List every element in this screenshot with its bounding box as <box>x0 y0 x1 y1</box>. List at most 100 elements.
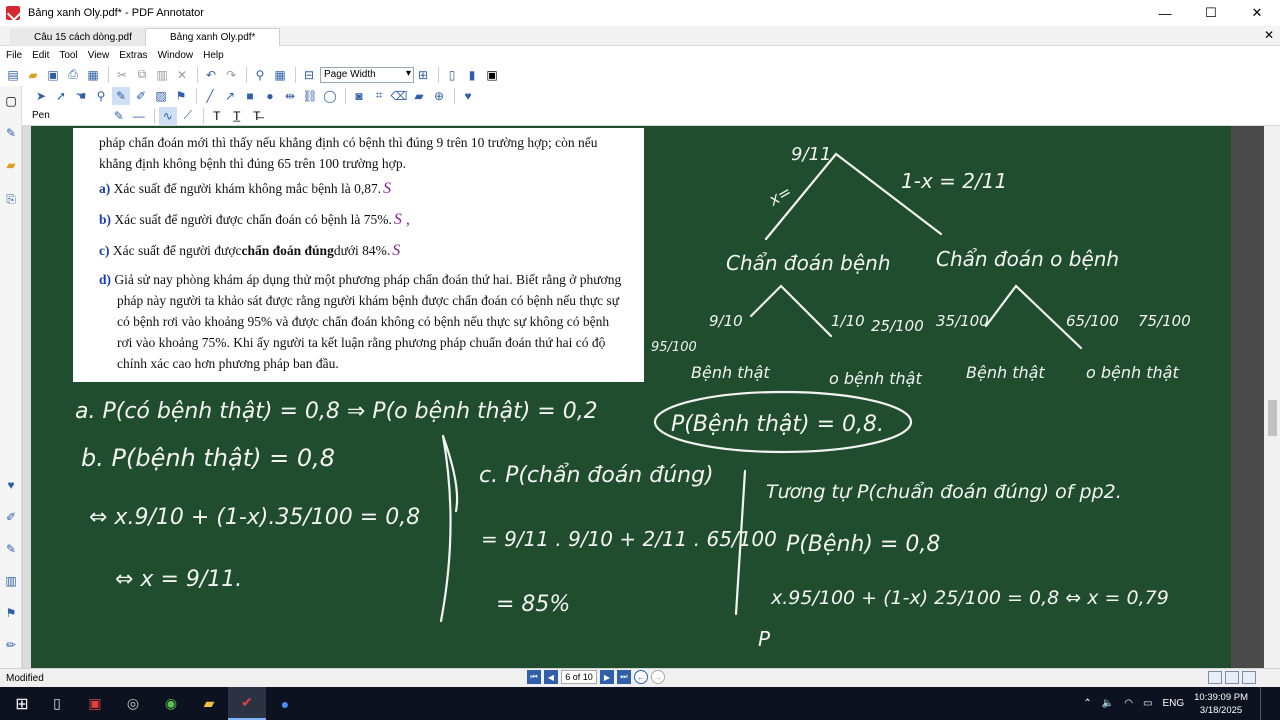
select-text-icon[interactable]: ➚ <box>52 87 70 105</box>
text-strike-icon[interactable]: T̶ <box>248 107 266 125</box>
ellipse-icon[interactable]: ● <box>261 87 279 105</box>
select-arrow-icon[interactable]: ➤ <box>32 87 50 105</box>
favorites-heart-icon[interactable]: ♥ <box>459 87 477 105</box>
cut-icon[interactable]: ✂ <box>113 66 131 84</box>
magnifier-icon[interactable]: ⚲ <box>92 87 110 105</box>
paste-icon[interactable]: ▥ <box>153 66 171 84</box>
rectangle-icon[interactable]: ■ <box>241 87 259 105</box>
maximize-button[interactable]: ☐ <box>1188 0 1234 26</box>
open-folder-icon[interactable]: ▰ <box>24 66 42 84</box>
menu-window[interactable]: Window <box>158 50 194 61</box>
text-icon[interactable]: T <box>208 107 226 125</box>
zoom-in-icon[interactable]: ⊞ <box>414 66 432 84</box>
measure-icon[interactable]: ⇹ <box>281 87 299 105</box>
zoom-app-icon[interactable]: ● <box>266 687 304 720</box>
print-preview-icon[interactable]: ▦ <box>84 66 102 84</box>
first-page-button[interactable]: ⏮ <box>527 670 541 684</box>
menu-file[interactable]: File <box>6 50 22 61</box>
new-icon[interactable]: ▤ <box>4 66 22 84</box>
pen-color-icon[interactable]: ✎ <box>110 107 128 125</box>
language-indicator[interactable]: ENG <box>1162 698 1184 709</box>
prev-page-button[interactable]: ◀ <box>544 670 558 684</box>
smooth-stroke-icon[interactable]: ∿ <box>158 106 177 125</box>
tab-bang-xanh[interactable]: Bảng xanh Oly.pdf* <box>145 28 281 46</box>
single-page-icon[interactable]: ▯ <box>443 66 461 84</box>
ruler-icon[interactable]: ▰ <box>410 87 428 105</box>
fullscreen-icon[interactable]: ▣ <box>483 66 501 84</box>
page-indicator[interactable]: 6 of 10 <box>561 670 597 684</box>
back-button[interactable]: ← <box>634 670 648 684</box>
annotations-panel-icon[interactable]: ✎ <box>4 126 18 140</box>
copy-icon[interactable]: ⧉ <box>133 66 151 84</box>
find-icon[interactable]: ⚲ <box>251 66 269 84</box>
chevron-up-icon[interactable]: ⌃ <box>1083 698 1091 709</box>
camera-icon[interactable]: ◙ <box>350 87 368 105</box>
page-layout-icon[interactable]: ▦ <box>271 66 289 84</box>
zoom-out-icon[interactable]: ⊟ <box>300 66 318 84</box>
menu-tool[interactable]: Tool <box>59 50 77 61</box>
highlighter-icon[interactable]: ✐ <box>132 87 150 105</box>
more-tools-icon[interactable]: ⊕ <box>430 87 448 105</box>
marker-favorite-icon[interactable]: ✎ <box>4 542 18 556</box>
clock[interactable]: 10:39:09 PM 3/18/2025 <box>1194 691 1248 717</box>
close-tab-icon[interactable]: ✕ <box>1264 28 1274 42</box>
undo-icon[interactable]: ↶ <box>202 66 220 84</box>
stamp-favorite-icon[interactable]: ⚑ <box>4 606 18 620</box>
redo-icon[interactable]: ↷ <box>222 66 240 84</box>
speaker-icon[interactable]: 🔈 <box>1102 698 1114 709</box>
show-desktop-button[interactable] <box>1260 687 1270 720</box>
hand-icon[interactable]: ☚ <box>72 87 90 105</box>
clipboard-app-icon[interactable]: ▣ <box>76 687 114 720</box>
pdf-annotator-taskbar-icon[interactable]: ✔ <box>228 687 266 720</box>
battery-icon[interactable]: ▭ <box>1143 698 1152 709</box>
windows-start-icon[interactable]: ⊞ <box>6 687 38 720</box>
last-page-button[interactable]: ⏭ <box>617 670 631 684</box>
tab-cau15[interactable]: Câu 15 cách dòng.pdf <box>10 28 156 46</box>
favorites-icon[interactable]: ♥ <box>4 478 18 492</box>
scroll-thumb[interactable] <box>1268 400 1277 436</box>
calculator-app-icon[interactable]: ▯ <box>38 687 76 720</box>
continuous-page-icon[interactable]: ▮ <box>463 66 481 84</box>
chart-icon[interactable]: ▥ <box>4 574 18 588</box>
line-width-icon[interactable]: — <box>130 107 148 125</box>
delete-icon[interactable]: ✕ <box>173 66 191 84</box>
attachments-panel-icon[interactable]: ⎘ <box>4 192 18 206</box>
print-icon[interactable]: ⎙ <box>64 66 82 84</box>
text-underline-icon[interactable]: T̲ <box>228 107 246 125</box>
crop-icon[interactable]: ⌗ <box>370 87 388 105</box>
lasso-icon[interactable]: ◯ <box>321 87 339 105</box>
pen-favorite-icon[interactable]: ✐ <box>4 510 18 524</box>
double-view-button[interactable] <box>1225 671 1239 684</box>
save-icon[interactable]: ▣ <box>44 66 62 84</box>
stamp-icon[interactable]: ⚑ <box>172 87 190 105</box>
next-page-button[interactable]: ▶ <box>600 670 614 684</box>
grid-view-button[interactable] <box>1242 671 1256 684</box>
wifi-icon[interactable]: ◠ <box>1124 698 1133 709</box>
link-icon[interactable]: ⛓ <box>301 87 319 105</box>
document-canvas[interactable]: pháp chẩn đoán mới thì thấy nếu khẳng đị… <box>31 126 1264 668</box>
vertical-scrollbar[interactable] <box>1264 126 1280 668</box>
menu-view[interactable]: View <box>88 50 110 61</box>
close-button[interactable]: ✕ <box>1234 0 1280 26</box>
browser-app-icon[interactable]: ◉ <box>152 687 190 720</box>
bookmarks-panel-icon[interactable]: ▰ <box>4 158 18 172</box>
straight-line-icon[interactable]: ⟋ <box>179 107 197 125</box>
paint-app-icon[interactable]: ◎ <box>114 687 152 720</box>
panel-splitter[interactable] <box>22 126 31 668</box>
file-explorer-icon[interactable]: ▰ <box>190 687 228 720</box>
pages-panel-icon[interactable]: ▢ <box>4 94 18 108</box>
single-view-button[interactable] <box>1208 671 1222 684</box>
zoom-select[interactable]: Page Width <box>320 66 414 83</box>
image-icon[interactable]: ▨ <box>152 87 170 105</box>
line-icon[interactable]: ╱ <box>201 87 219 105</box>
eraser-icon[interactable]: ⌫ <box>390 87 408 105</box>
minimize-button[interactable]: — <box>1142 0 1188 26</box>
menu-extras[interactable]: Extras <box>119 50 147 61</box>
menu-edit[interactable]: Edit <box>32 50 49 61</box>
pen-tool-icon[interactable]: ✎ <box>112 86 130 105</box>
pencil-favorite-icon[interactable]: ✏ <box>4 638 18 652</box>
arrow-icon[interactable]: ↗ <box>221 87 239 105</box>
node-left: Chẩn đoán bệnh <box>726 251 891 275</box>
menu-help[interactable]: Help <box>203 50 224 61</box>
forward-button[interactable]: → <box>651 670 665 684</box>
